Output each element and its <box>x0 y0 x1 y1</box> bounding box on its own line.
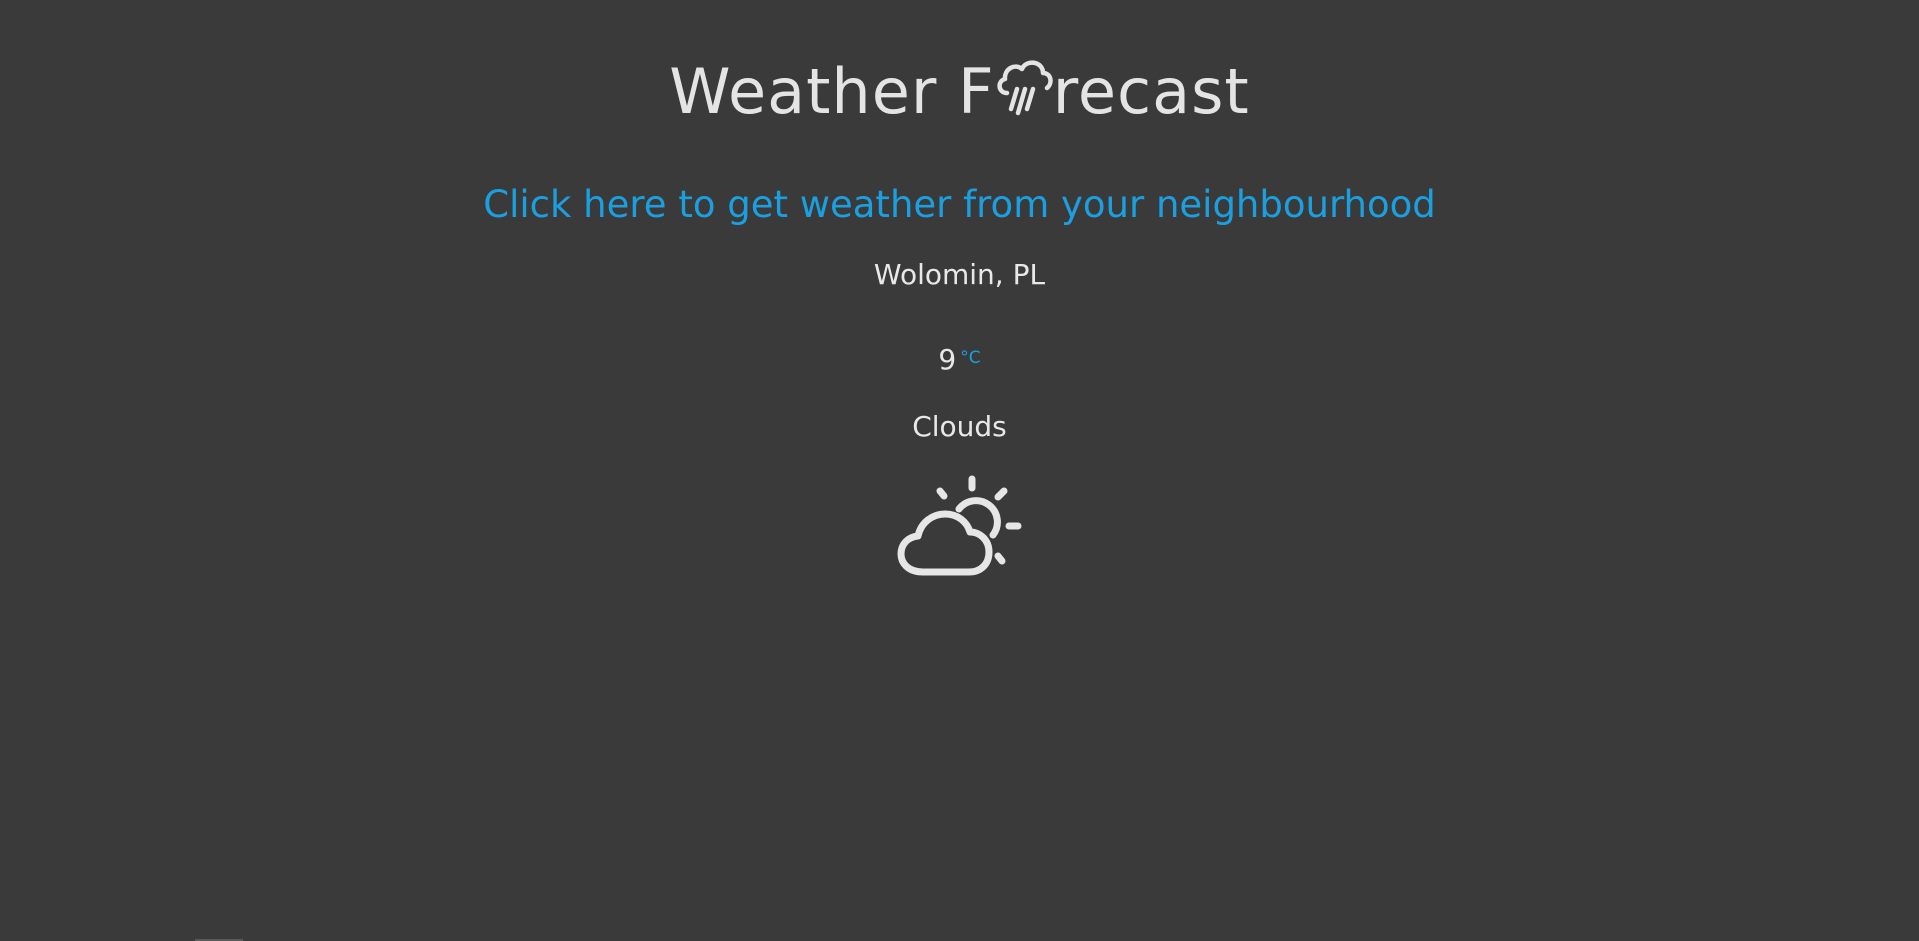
city-name: Wolomin, PL <box>873 258 1046 291</box>
page-title: Weather F recast <box>0 52 1919 132</box>
temperature-unit-toggle[interactable]: °C <box>960 348 980 368</box>
temperature-readout: 9 °C <box>0 340 1919 382</box>
temperature-value: 9 <box>938 343 957 376</box>
weather-description: Clouds <box>912 410 1007 443</box>
get-local-weather-link[interactable]: Click here to get weather from your neig… <box>0 180 1919 230</box>
cloud-rain-icon <box>997 60 1053 116</box>
title-suffix: recast <box>1052 55 1250 128</box>
partly-cloudy-icon <box>897 475 1022 576</box>
title-prefix: Weather F <box>669 55 995 128</box>
weather-app: Weather F recast Click here to get weath… <box>0 0 1919 941</box>
